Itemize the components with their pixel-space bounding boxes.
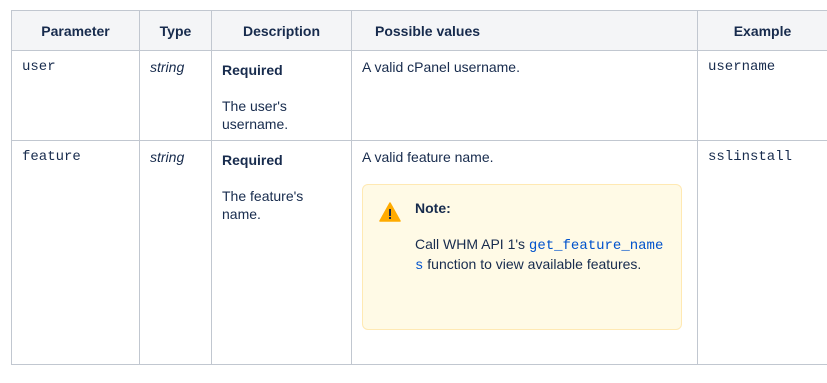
header-possible-values: Possible values [351,10,698,51]
note-body: Note: Call WHM API 1's get_feature_names… [415,199,665,311]
required-label: Required [222,62,283,78]
required-label: Required [222,152,283,168]
header-description: Description [211,10,352,51]
parameters-table: Parameter Type Description Possible valu… [11,10,827,365]
table-row: feature string Required The feature's na… [11,140,827,365]
header-example: Example [697,10,827,51]
header-parameter: Parameter [11,10,140,51]
note-text-after: function to view available features. [423,256,642,272]
param-example: sslinstall [697,140,827,365]
param-type: string [139,50,212,141]
param-description: Required The user's username. [211,50,352,141]
table-header-row: Parameter Type Description Possible valu… [11,10,827,51]
param-description: Required The feature's name. [211,140,352,365]
param-name: feature [11,140,140,365]
param-possible-values: A valid feature name. Note: Call WHM API… [351,140,698,365]
param-example: username [697,50,827,141]
description-text: The feature's name. [222,188,304,222]
header-type: Type [139,10,212,51]
note-title: Note: [415,200,451,216]
table-row: user string Required The user's username… [11,50,827,141]
note-panel: Note: Call WHM API 1's get_feature_names… [362,184,682,330]
description-text: The user's username. [222,98,289,132]
note-text-before: Call WHM API 1's [415,236,529,252]
warning-icon [379,199,401,311]
param-type: string [139,140,212,365]
param-name: user [11,50,140,141]
param-possible-values: A valid cPanel username. [351,50,698,141]
possible-values-text: A valid feature name. [362,149,494,165]
